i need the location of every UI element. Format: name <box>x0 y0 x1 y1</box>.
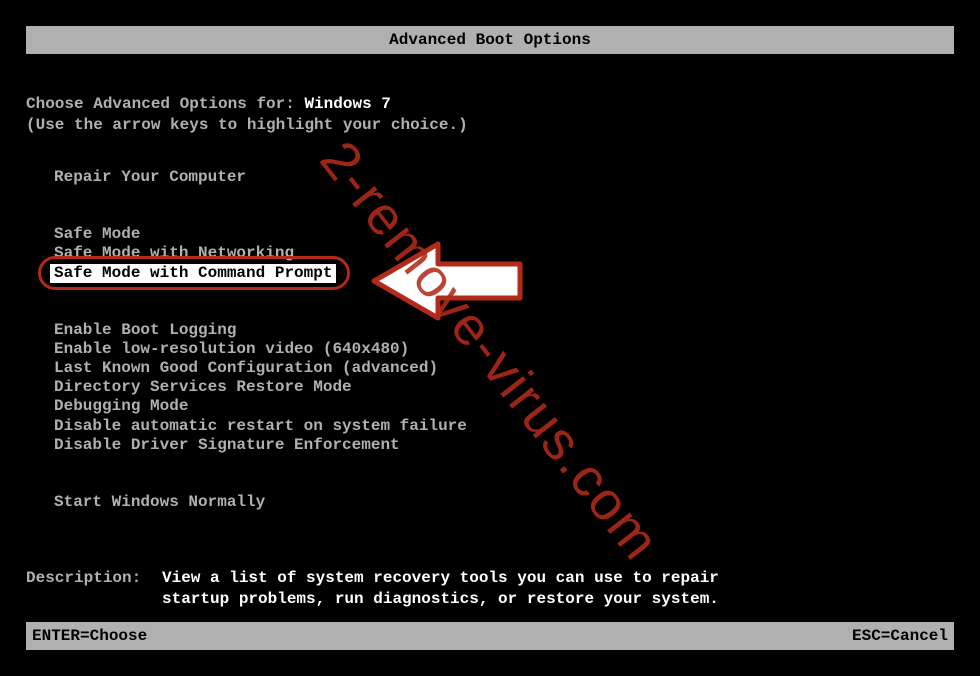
description-line-2: startup problems, run diagnostics, or re… <box>162 589 719 610</box>
menu-item-repair-your-computer[interactable]: Repair Your Computer <box>50 168 250 187</box>
title-bar: Advanced Boot Options <box>26 26 954 54</box>
content-area: Choose Advanced Options for: Windows 7 (… <box>0 94 980 609</box>
os-name: Windows 7 <box>304 95 390 113</box>
menu-group-normal: Start Windows Normally <box>50 493 954 512</box>
menu-item-enable-boot-logging[interactable]: Enable Boot Logging <box>50 321 240 340</box>
menu-item-debugging-mode[interactable]: Debugging Mode <box>50 397 192 416</box>
choose-prefix: Choose Advanced Options for: <box>26 95 304 113</box>
description-line-1: View a list of system recovery tools you… <box>162 568 719 589</box>
footer-bar: ENTER=Choose ESC=Cancel <box>26 622 954 650</box>
description-text: View a list of system recovery tools you… <box>162 568 719 610</box>
description-block: Description: View a list of system recov… <box>26 568 954 610</box>
menu-item-safe-mode[interactable]: Safe Mode <box>50 225 144 244</box>
footer-esc: ESC=Cancel <box>852 625 948 647</box>
hint-line: (Use the arrow keys to highlight your ch… <box>26 115 954 136</box>
menu-group-safe-mode: Safe Mode Safe Mode with Networking Safe… <box>50 225 954 283</box>
menu-group-advanced: Enable Boot Logging Enable low-resolutio… <box>50 321 954 455</box>
menu-group-repair: Repair Your Computer <box>50 168 954 187</box>
description-label: Description: <box>26 568 162 610</box>
menu-item-directory-services-restore[interactable]: Directory Services Restore Mode <box>50 378 356 397</box>
menu-item-disable-driver-sig[interactable]: Disable Driver Signature Enforcement <box>50 436 404 455</box>
title-text: Advanced Boot Options <box>389 31 591 49</box>
menu-item-disable-auto-restart[interactable]: Disable automatic restart on system fail… <box>50 417 471 436</box>
menu-item-start-normally[interactable]: Start Windows Normally <box>50 493 269 512</box>
menu-item-safe-mode-command-prompt[interactable]: Safe Mode with Command Prompt <box>50 264 336 283</box>
menu-item-low-res-video[interactable]: Enable low-resolution video (640x480) <box>50 340 413 359</box>
boot-menu[interactable]: Repair Your Computer Safe Mode Safe Mode… <box>50 168 954 512</box>
menu-item-safe-mode-networking[interactable]: Safe Mode with Networking <box>50 244 298 263</box>
menu-item-last-known-good[interactable]: Last Known Good Configuration (advanced) <box>50 359 442 378</box>
choose-line: Choose Advanced Options for: Windows 7 <box>26 94 954 115</box>
footer-enter: ENTER=Choose <box>32 625 147 647</box>
